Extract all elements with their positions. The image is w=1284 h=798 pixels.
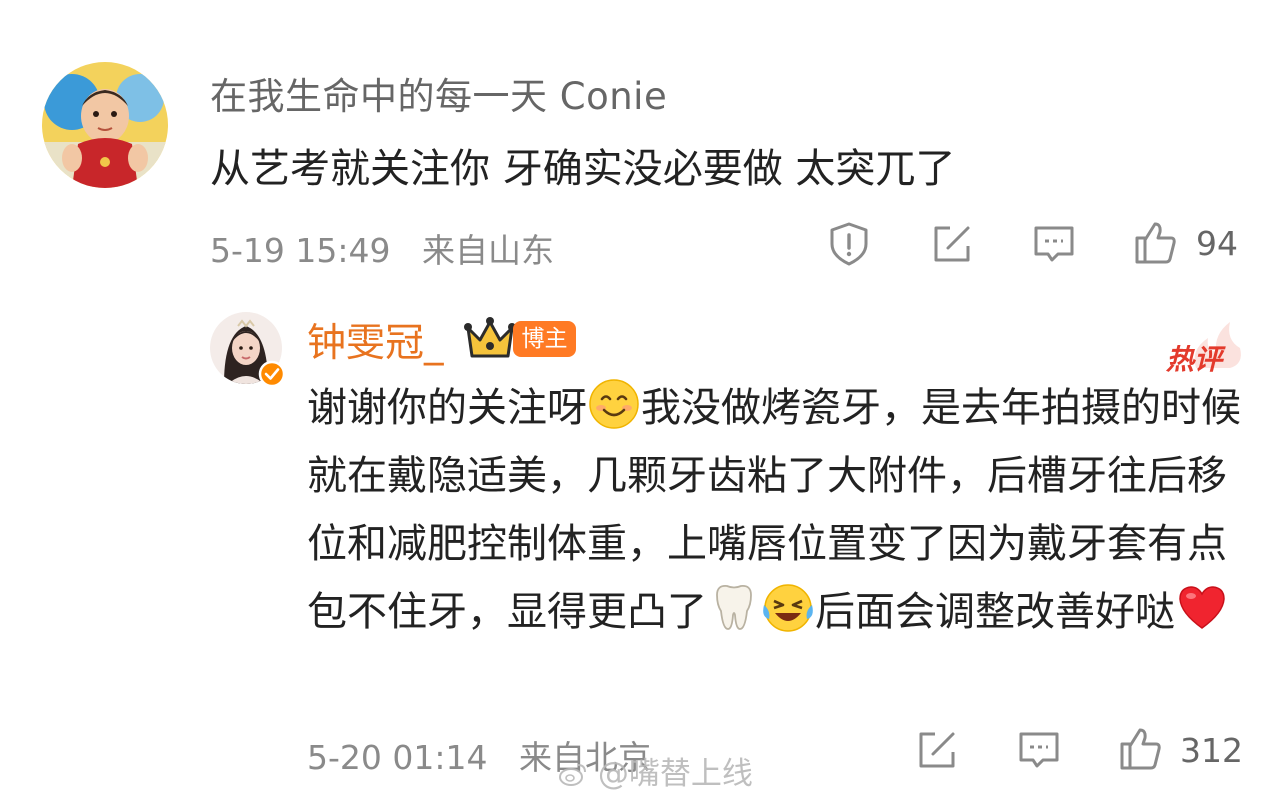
verified-icon (258, 360, 286, 388)
like-count: 312 (1180, 731, 1243, 770)
comment-text: 从艺考就关注你 牙确实没必要做 太突兀了 (210, 146, 956, 192)
comment-item: 在我生命中的每一天 Conie 从艺考就关注你 牙确实没必要做 太突兀了 5-1… (0, 0, 1284, 290)
heart-emoji (1175, 581, 1229, 635)
hot-comment-label: 热评 (1166, 343, 1223, 376)
reply-icon[interactable] (1030, 220, 1078, 268)
smile-emoji (587, 377, 641, 431)
avatar[interactable] (42, 62, 168, 188)
report-icon[interactable] (825, 220, 873, 268)
creator-user-name[interactable]: 钟雯冠_ (307, 312, 444, 368)
comment-time: 5-19 15:49 (210, 231, 391, 270)
comment-location: 来自山东 (422, 231, 554, 270)
comment-user-name[interactable]: 在我生命中的每一天 Conie (210, 66, 667, 120)
like-icon[interactable] (1116, 724, 1164, 772)
reply-icon[interactable] (1015, 726, 1063, 774)
laugh-cry-emoji (761, 581, 815, 635)
blogger-badge: 博主 (513, 321, 576, 357)
weibo-logo-icon (559, 764, 586, 786)
baby-avatar-image (42, 62, 168, 188)
hot-comment-tag: 热评 (1162, 320, 1244, 376)
crown-icon (464, 316, 516, 362)
creator-comment-text: 谢谢你的关注呀 我没做烤瓷牙，是去年拍摄的时候就在戴隐适美，几颗牙齿粘了大附件，后… (307, 374, 1247, 646)
comment-text-part: 谢谢你的关注呀 (307, 385, 587, 431)
watermark-text: @嘴替上线 (597, 756, 753, 792)
share-icon[interactable] (913, 726, 961, 774)
like-icon[interactable] (1131, 218, 1179, 266)
share-icon[interactable] (928, 220, 976, 268)
watermark: @嘴替上线 (558, 748, 753, 793)
tooth-emoji (707, 581, 761, 635)
comment-meta: 5-19 15:49 来自山东 (210, 224, 554, 272)
like-count: 94 (1196, 224, 1238, 263)
comment-time: 5-20 01:14 (307, 738, 488, 777)
comment-text-part: 后面会调整改善好哒 (815, 589, 1175, 635)
